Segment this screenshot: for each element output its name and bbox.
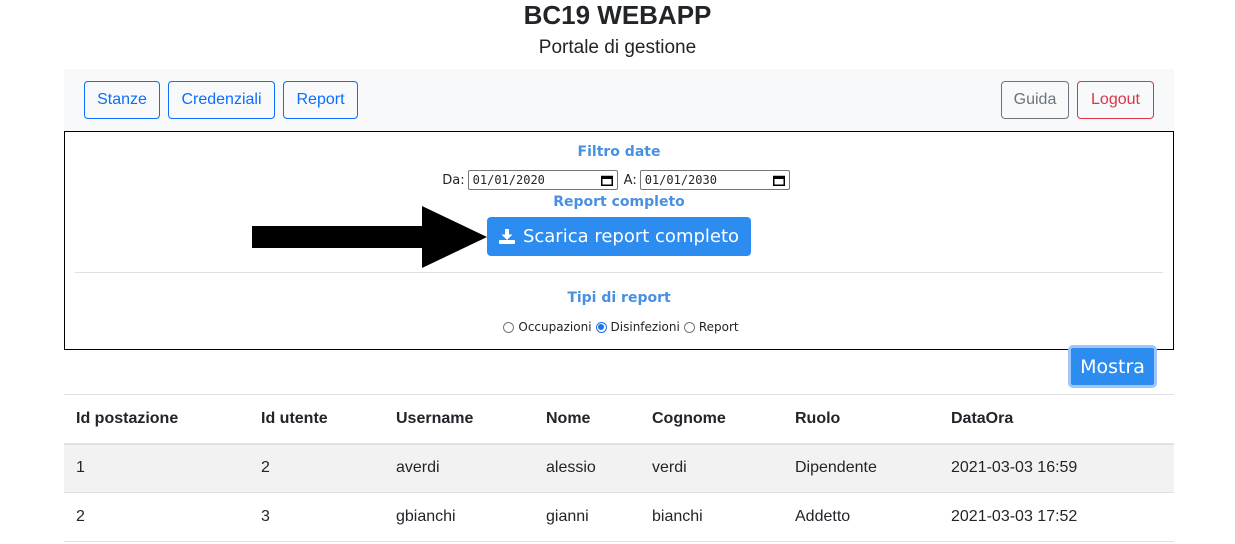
show-button[interactable]: Mostra [1068, 345, 1157, 388]
to-date-input[interactable]: 01/01/2030 [639, 170, 790, 190]
to-date-label: A: [623, 172, 637, 188]
to-date-value: 01/01/2030 [644, 173, 717, 187]
column-header: Nome [546, 409, 591, 427]
from-date-input[interactable]: 01/01/2020 [467, 170, 618, 190]
table-row: 2 3 gbianchi gianni bianchi Addetto 2021… [64, 493, 1174, 542]
radio-occupazioni[interactable] [503, 321, 515, 333]
arrow-icon [252, 206, 487, 268]
table-cell: alessio [546, 459, 596, 477]
nav-credenziali-button[interactable]: Credenziali [168, 81, 275, 119]
table-header-row: Id postazione Id utente Username Nome Co… [64, 394, 1174, 444]
table-cell: 2021-03-03 17:52 [951, 508, 1078, 525]
report-filter-panel: Filtro date Da: 01/01/2020 A: 01/01/2030… [64, 131, 1174, 350]
column-header: Username [396, 409, 474, 427]
table-cell: 1 [76, 459, 85, 477]
radio-report-label: Report [698, 320, 739, 334]
table-cell: averdi [396, 459, 440, 477]
download-full-report-button[interactable]: Scarica report completo [487, 217, 751, 256]
table-cell: verdi [652, 459, 687, 477]
nav-report-button[interactable]: Report [283, 81, 358, 119]
table-cell: Dipendente [795, 459, 877, 477]
radio-report[interactable] [683, 321, 695, 333]
calendar-icon[interactable] [772, 175, 785, 186]
table-cell: 2 [261, 459, 270, 477]
date-range-row: Da: 01/01/2020 A: 01/01/2030 [65, 169, 1173, 191]
from-date-label: Da: [442, 172, 465, 188]
radio-occupazioni-label: Occupazioni [518, 320, 592, 334]
column-header: Cognome [652, 409, 726, 427]
radio-disinfezioni[interactable] [595, 321, 607, 333]
download-icon [498, 229, 515, 244]
column-header: Id postazione [76, 409, 179, 427]
logout-button[interactable]: Logout [1077, 81, 1154, 119]
table-cell: gianni [546, 508, 589, 525]
radio-disinfezioni-label: Disinfezioni [610, 320, 680, 334]
table-cell: Addetto [795, 508, 851, 525]
table-cell: 3 [261, 508, 270, 525]
divider [75, 272, 1163, 273]
column-header: Ruolo [795, 409, 841, 427]
column-header: DataOra [951, 409, 1014, 427]
table-cell: 2021-03-03 16:59 [951, 459, 1078, 477]
guide-button[interactable]: Guida [1001, 81, 1069, 119]
download-button-label: Scarica report completo [522, 226, 740, 247]
report-types-title: Tipi di report [567, 290, 671, 306]
report-table: Id postazione Id utente Username Nome Co… [64, 394, 1174, 542]
table-cell: bianchi [652, 508, 703, 525]
nav-stanze-button[interactable]: Stanze [84, 81, 160, 119]
column-header: Id utente [261, 409, 328, 427]
date-filter-title: Filtro date [577, 144, 661, 160]
table-cell: gbianchi [396, 508, 456, 525]
report-type-radio-group: Occupazioni Disinfezioni Report [65, 318, 1173, 336]
calendar-icon[interactable] [600, 175, 613, 186]
app-title: BC19 WEBAPP [523, 0, 712, 30]
navbar: Stanze Credenziali Report Guida Logout [64, 69, 1174, 131]
app-subtitle: Portale di gestione [538, 37, 697, 58]
from-date-value: 01/01/2020 [472, 173, 545, 187]
full-report-title: Report completo [553, 194, 685, 210]
table-row: 1 2 averdi alessio verdi Dipendente 2021… [64, 443, 1174, 493]
table-cell: 2 [76, 508, 85, 525]
